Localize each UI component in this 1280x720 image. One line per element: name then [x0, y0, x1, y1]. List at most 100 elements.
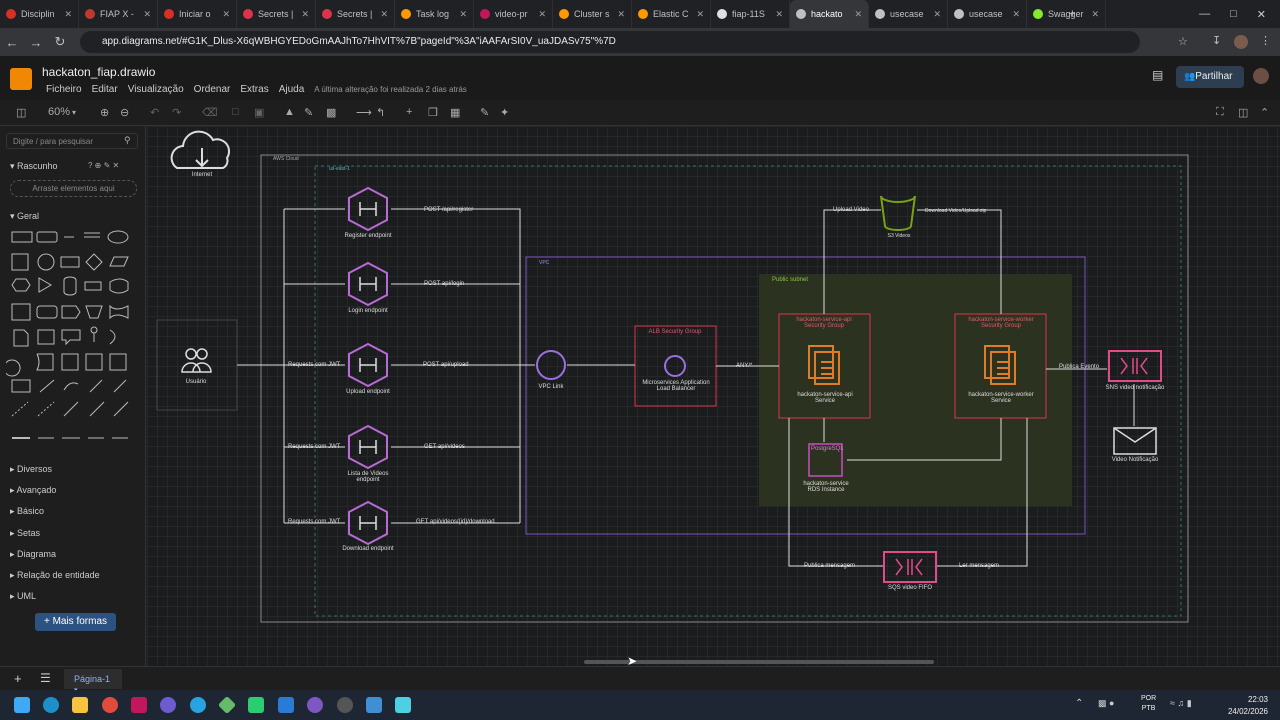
browser-tab[interactable]: Task log ✕ — [395, 0, 474, 28]
back-icon[interactable]: ← — [0, 35, 24, 50]
tab-close-icon[interactable]: ✕ — [1091, 9, 1099, 20]
page-tab[interactable]: Página-1 ▾ — [64, 669, 122, 694]
zoom-select[interactable]: 60% — [48, 106, 70, 118]
browser-tab[interactable]: Cluster s ✕ — [553, 0, 632, 28]
menu-ordenar[interactable]: Ordenar — [194, 84, 231, 95]
menu-ficheiro[interactable]: Ficheiro — [46, 84, 82, 95]
tab-close-icon[interactable]: ✕ — [617, 9, 625, 20]
forward-icon[interactable]: → — [24, 35, 48, 50]
shapes-icon[interactable]: ❒ — [428, 106, 438, 119]
app-icon-3[interactable] — [248, 697, 264, 713]
app-icon-4[interactable] — [307, 697, 323, 713]
scratchpad-help-icon[interactable]: ? ⊕ ✎ ✕ — [88, 161, 119, 170]
sidebar-toggle-icon[interactable]: ◫ — [1238, 106, 1248, 119]
menu-ajuda[interactable]: Ajuda — [279, 84, 305, 95]
browser-tab[interactable]: Secrets | ✕ — [237, 0, 316, 28]
search-icon[interactable]: ⚲ — [124, 135, 131, 146]
tab-close-icon[interactable]: ✕ — [301, 9, 309, 20]
browser-tab[interactable]: hackato ✕ — [790, 0, 869, 28]
app-icon-5[interactable] — [337, 697, 353, 713]
minimize-icon[interactable]: — — [1199, 8, 1210, 20]
download-icon[interactable]: ↧ — [1212, 34, 1221, 47]
browser-tab[interactable]: Disciplin ✕ — [0, 0, 79, 28]
browser-tab[interactable]: FIAP X - ✕ — [79, 0, 158, 28]
delete-icon[interactable]: ⌫ — [202, 106, 218, 119]
collapse-icon[interactable]: ⌃ — [1260, 106, 1269, 119]
tab-close-icon[interactable]: ✕ — [64, 9, 72, 20]
menu-extras[interactable]: Extras — [240, 84, 268, 95]
tray-icons[interactable]: ▩ ● — [1098, 698, 1114, 709]
add-page-icon[interactable]: + — [14, 671, 22, 686]
close-window-icon[interactable]: ✕ — [1257, 8, 1266, 21]
system-clock[interactable]: 22:03 24/02/2026 — [1228, 694, 1268, 718]
connection-icon[interactable]: ⟶ — [356, 106, 372, 119]
zoom-select-chevron-icon[interactable]: ▾ — [72, 108, 76, 117]
document-title[interactable]: hackaton_fiap.drawio — [42, 65, 155, 79]
url-field[interactable]: app.diagrams.net/#G1K_Dlus-X6qWBHGYEDoGm… — [80, 31, 1140, 53]
browser-tab[interactable]: Swagger ✕ — [1027, 0, 1106, 28]
browser-tab[interactable]: Iniciar o ✕ — [158, 0, 237, 28]
tray-chevron-icon[interactable]: ⌃ — [1075, 698, 1083, 709]
zoom-out-icon[interactable]: ⊖ — [120, 106, 129, 119]
table-icon[interactable]: ▦ — [450, 106, 460, 119]
comments-icon[interactable]: ▤ — [1152, 68, 1163, 82]
chrome-icon[interactable] — [102, 697, 118, 713]
edge-icon[interactable] — [43, 697, 59, 713]
section-relacao-entidade[interactable]: ▸ Relação de entidade — [10, 570, 100, 581]
file-explorer-icon[interactable] — [72, 697, 88, 713]
tab-close-icon[interactable]: ✕ — [696, 9, 704, 20]
tab-close-icon[interactable]: ✕ — [933, 9, 941, 20]
browser-tab[interactable]: Secrets | ✕ — [316, 0, 395, 28]
fullscreen-icon[interactable]: ⛶ — [1216, 106, 1224, 119]
keyboard-lang[interactable]: POR PTB — [1141, 694, 1156, 714]
notepad-icon[interactable] — [395, 697, 411, 713]
scratchpad-dropzone[interactable]: Arraste elementos aqui — [10, 180, 137, 197]
browser-tab[interactable]: usecase ✕ — [948, 0, 1027, 28]
windows-start-icon[interactable] — [14, 697, 30, 713]
tab-close-icon[interactable]: ✕ — [775, 9, 783, 20]
edit-style-icon[interactable]: ✎ — [480, 106, 489, 119]
tab-close-icon[interactable]: ✕ — [1012, 9, 1020, 20]
fill-color-icon[interactable]: ▲ — [284, 106, 295, 118]
to-back-icon[interactable]: ▣ — [254, 106, 264, 119]
browser-tab[interactable]: video-pr ✕ — [474, 0, 553, 28]
section-avancado[interactable]: ▸ Avançado — [10, 485, 56, 496]
section-diagrama[interactable]: ▸ Diagrama — [10, 549, 56, 560]
git-icon[interactable] — [217, 695, 237, 715]
line-color-icon[interactable]: ✎ — [304, 106, 313, 119]
browser-tab[interactable]: usecase ✕ — [869, 0, 948, 28]
tab-close-icon[interactable]: ✕ — [459, 9, 467, 20]
profile-avatar[interactable] — [1234, 35, 1248, 49]
tab-close-icon[interactable]: ✕ — [222, 9, 230, 20]
browser-tab[interactable]: Elastic C ✕ — [632, 0, 711, 28]
undo-icon[interactable]: ↶ — [150, 106, 159, 119]
waypoints-icon[interactable]: ↰ — [376, 106, 385, 119]
user-avatar[interactable] — [1253, 68, 1269, 84]
section-setas[interactable]: ▸ Setas — [10, 528, 40, 539]
zoom-in-icon[interactable]: ⊕ — [100, 106, 109, 119]
menu-editar[interactable]: Editar — [92, 84, 118, 95]
browser-menu-icon[interactable]: ⋮ — [1260, 34, 1271, 47]
format-panel-toggle-icon[interactable]: ◫ — [16, 106, 26, 119]
magic-icon[interactable]: ✦ — [500, 106, 509, 119]
insert-icon[interactable]: + — [406, 106, 412, 118]
app-icon-6[interactable] — [366, 697, 382, 713]
jetbrains-icon[interactable] — [131, 697, 147, 713]
app-icon-1[interactable] — [160, 697, 176, 713]
network-icon[interactable]: ≈ ♫ ▮ — [1170, 698, 1192, 709]
vscode-icon[interactable] — [278, 697, 294, 713]
tab-close-icon[interactable]: ✕ — [143, 9, 151, 20]
maximize-icon[interactable]: □ — [1230, 8, 1237, 20]
diagram-canvas[interactable]: Internet AWS Cloud us-east-1 VPC Public … — [147, 126, 1280, 666]
section-uml[interactable]: ▸ UML — [10, 591, 36, 602]
section-basico[interactable]: ▸ Básico — [10, 506, 44, 517]
section-diversos[interactable]: ▸ Diversos — [10, 464, 52, 475]
new-tab-icon[interactable]: + — [1069, 8, 1075, 20]
menu-visualizacao[interactable]: Visualização — [128, 84, 184, 95]
tab-close-icon[interactable]: ✕ — [538, 9, 546, 20]
shadow-icon[interactable]: ▩ — [326, 106, 336, 119]
app-icon-2[interactable] — [190, 697, 206, 713]
shape-search-input[interactable]: Digite / para pesquisar — [6, 133, 138, 149]
more-shapes-button[interactable]: + Mais formas — [35, 613, 116, 631]
general-shapes-grid[interactable] — [6, 226, 146, 446]
